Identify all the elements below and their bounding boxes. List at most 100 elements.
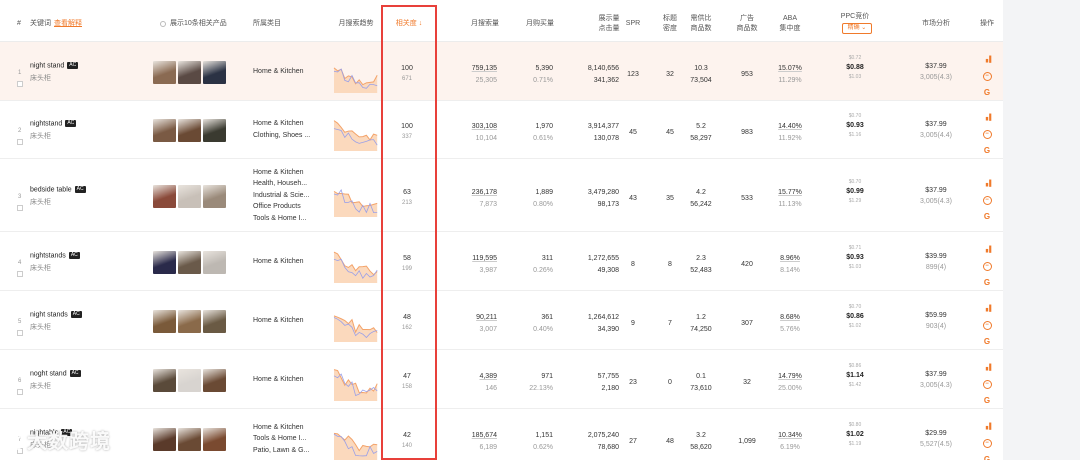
google-icon[interactable]: G — [983, 396, 992, 405]
product-thumbnails — [153, 119, 226, 142]
header-aba[interactable]: ABA — [775, 14, 805, 23]
keyword-cell[interactable]: night stand AC — [30, 61, 79, 69]
google-icon[interactable]: G — [983, 146, 992, 155]
keyword-cell[interactable]: noght stand AC — [30, 369, 81, 377]
product-thumbnail[interactable] — [178, 119, 201, 142]
product-thumbnail[interactable] — [153, 119, 176, 142]
product-thumbnail[interactable] — [178, 428, 201, 451]
table-row[interactable]: 5 night stands AC 床头柜 Home & Kitchen 48 162 90,… — [0, 291, 1003, 350]
market-analysis-cell: $39.99 899(4) — [906, 252, 966, 274]
header-products[interactable]: 商品数 — [685, 24, 717, 33]
bar-chart-icon[interactable]: ▗▐ — [983, 305, 992, 314]
keyword-cell[interactable]: nightstands AC — [30, 251, 80, 259]
search-trend-sparkline[interactable] — [332, 51, 380, 93]
product-thumbnail[interactable] — [203, 119, 226, 142]
header-title[interactable]: 标题 — [660, 14, 680, 23]
google-icon[interactable]: G — [983, 212, 992, 221]
product-thumbnail[interactable] — [178, 184, 201, 208]
keyword-text[interactable]: night stand — [30, 62, 64, 69]
keyword-text[interactable]: nightstand — [30, 120, 62, 127]
header-density[interactable]: 密度 — [660, 24, 680, 33]
table-row[interactable]: 2 nightstand AC 床头柜 Home & Kitchen Clothing, … — [0, 101, 1003, 159]
google-icon[interactable]: G — [983, 337, 992, 346]
monthly-search-value[interactable]: 185,674 — [450, 431, 497, 440]
row-checkbox[interactable] — [17, 204, 23, 211]
market-price: $59.99 — [925, 311, 947, 319]
minus-circle-icon[interactable]: − — [982, 320, 992, 330]
product-thumbnail[interactable] — [153, 184, 176, 208]
table-row[interactable]: 1 night stand AC 床头柜 Home & Kitchen 100 671 759… — [0, 42, 1003, 101]
keyword-text[interactable]: noght stand — [30, 370, 67, 377]
row-checkbox[interactable] — [17, 139, 23, 145]
minus-circle-icon[interactable]: − — [982, 379, 992, 389]
search-trend-sparkline[interactable] — [332, 175, 380, 217]
product-thumbnail[interactable] — [203, 184, 226, 208]
show-products-toggle[interactable]: 展示10条相关产品 — [160, 19, 227, 28]
minus-circle-icon[interactable]: − — [982, 261, 992, 271]
keyword-cell[interactable]: bedside table AC — [30, 185, 86, 193]
header-monthly-search[interactable]: 月搜索量 — [460, 19, 510, 28]
table-row[interactable]: 4 nightstands AC 床头柜 Home & Kitchen 58 199 119,… — [0, 232, 1003, 291]
search-trend-sparkline[interactable] — [332, 418, 380, 460]
bar-chart-icon[interactable]: ▗▐ — [983, 364, 992, 373]
search-trend-sparkline[interactable] — [332, 359, 380, 401]
minus-circle-icon[interactable]: − — [982, 130, 992, 139]
search-trend-sparkline[interactable] — [332, 109, 380, 151]
product-thumbnail[interactable] — [153, 309, 176, 333]
product-thumbnail[interactable] — [153, 60, 176, 84]
header-spr[interactable]: SPR — [623, 19, 643, 28]
keyword-text[interactable]: bedside table — [30, 186, 72, 193]
bar-chart-icon[interactable]: ▗▐ — [983, 114, 992, 123]
header-keyword[interactable]: 关键词 — [30, 19, 51, 28]
product-thumbnail[interactable] — [203, 60, 226, 84]
table-row[interactable]: 6 noght stand AC 床头柜 Home & Kitchen 47 158 4,38… — [0, 350, 1003, 409]
table-row[interactable]: 7 nightable AC 床头柜 Home & Kitchen Tools & Hom… — [0, 409, 1003, 460]
header-ad[interactable]: 广告 — [733, 14, 761, 23]
header-ad-products[interactable]: 商品数 — [733, 24, 761, 33]
product-thumbnail[interactable] — [153, 428, 176, 451]
product-thumbnail[interactable] — [203, 309, 226, 333]
product-thumbnail[interactable] — [203, 250, 226, 274]
product-thumbnail[interactable] — [153, 250, 176, 274]
google-icon[interactable]: G — [983, 88, 992, 97]
header-monthly-buys[interactable]: 月购买量 — [515, 19, 565, 28]
minus-circle-icon[interactable]: − — [982, 439, 992, 448]
monthly-search-value[interactable]: 236,178 — [450, 188, 497, 197]
product-thumbnail[interactable] — [203, 428, 226, 451]
row-checkbox[interactable] — [17, 80, 23, 87]
product-thumbnail[interactable] — [178, 250, 201, 274]
row-checkbox[interactable] — [17, 329, 23, 336]
table-row[interactable]: 3 bedside table AC 床头柜 Home & Kitchen Health,… — [0, 159, 1003, 232]
header-aba-concentration[interactable]: 集中度 — [775, 24, 805, 33]
monthly-search-value[interactable]: 759,135 — [450, 64, 497, 73]
monthly-search-value[interactable]: 303,108 — [450, 122, 497, 131]
product-thumbnail[interactable] — [178, 60, 201, 84]
keyword-cell[interactable]: nightstand AC — [30, 120, 77, 127]
keyword-cell[interactable]: night stands AC — [30, 310, 82, 318]
row-checkbox[interactable] — [17, 270, 23, 277]
minus-circle-icon[interactable]: − — [982, 195, 992, 205]
product-thumbnail[interactable] — [178, 309, 201, 333]
product-thumbnail[interactable] — [153, 368, 176, 392]
bar-chart-icon[interactable]: ▗▐ — [983, 423, 992, 432]
product-thumbnail[interactable] — [203, 368, 226, 392]
monthly-search-value[interactable]: 4,389 — [450, 372, 497, 381]
ppc-match-select[interactable]: 精确 ⌄ — [842, 23, 872, 34]
google-icon[interactable]: G — [983, 455, 992, 460]
product-thumbnail[interactable] — [178, 368, 201, 392]
header-supply-demand[interactable]: 需供比 — [685, 14, 717, 23]
search-trend-sparkline[interactable] — [332, 300, 380, 342]
minus-circle-icon[interactable]: − — [982, 71, 992, 81]
google-icon[interactable]: G — [983, 278, 992, 287]
keyword-text[interactable]: night stands — [30, 311, 68, 318]
search-trend-sparkline[interactable] — [332, 241, 380, 283]
bar-chart-icon[interactable]: ▗▐ — [983, 180, 992, 189]
row-checkbox[interactable] — [17, 388, 23, 395]
bar-chart-icon[interactable]: ▗▐ — [983, 246, 992, 255]
monthly-search-value[interactable]: 90,211 — [450, 313, 497, 322]
keyword-text[interactable]: nightstands — [30, 252, 66, 259]
monthly-search-value[interactable]: 119,595 — [450, 254, 497, 263]
keyword-explain-link[interactable]: 查看解释 — [54, 19, 82, 28]
bar-chart-icon[interactable]: ▗▐ — [983, 56, 992, 65]
show-products-radio[interactable] — [160, 20, 166, 27]
